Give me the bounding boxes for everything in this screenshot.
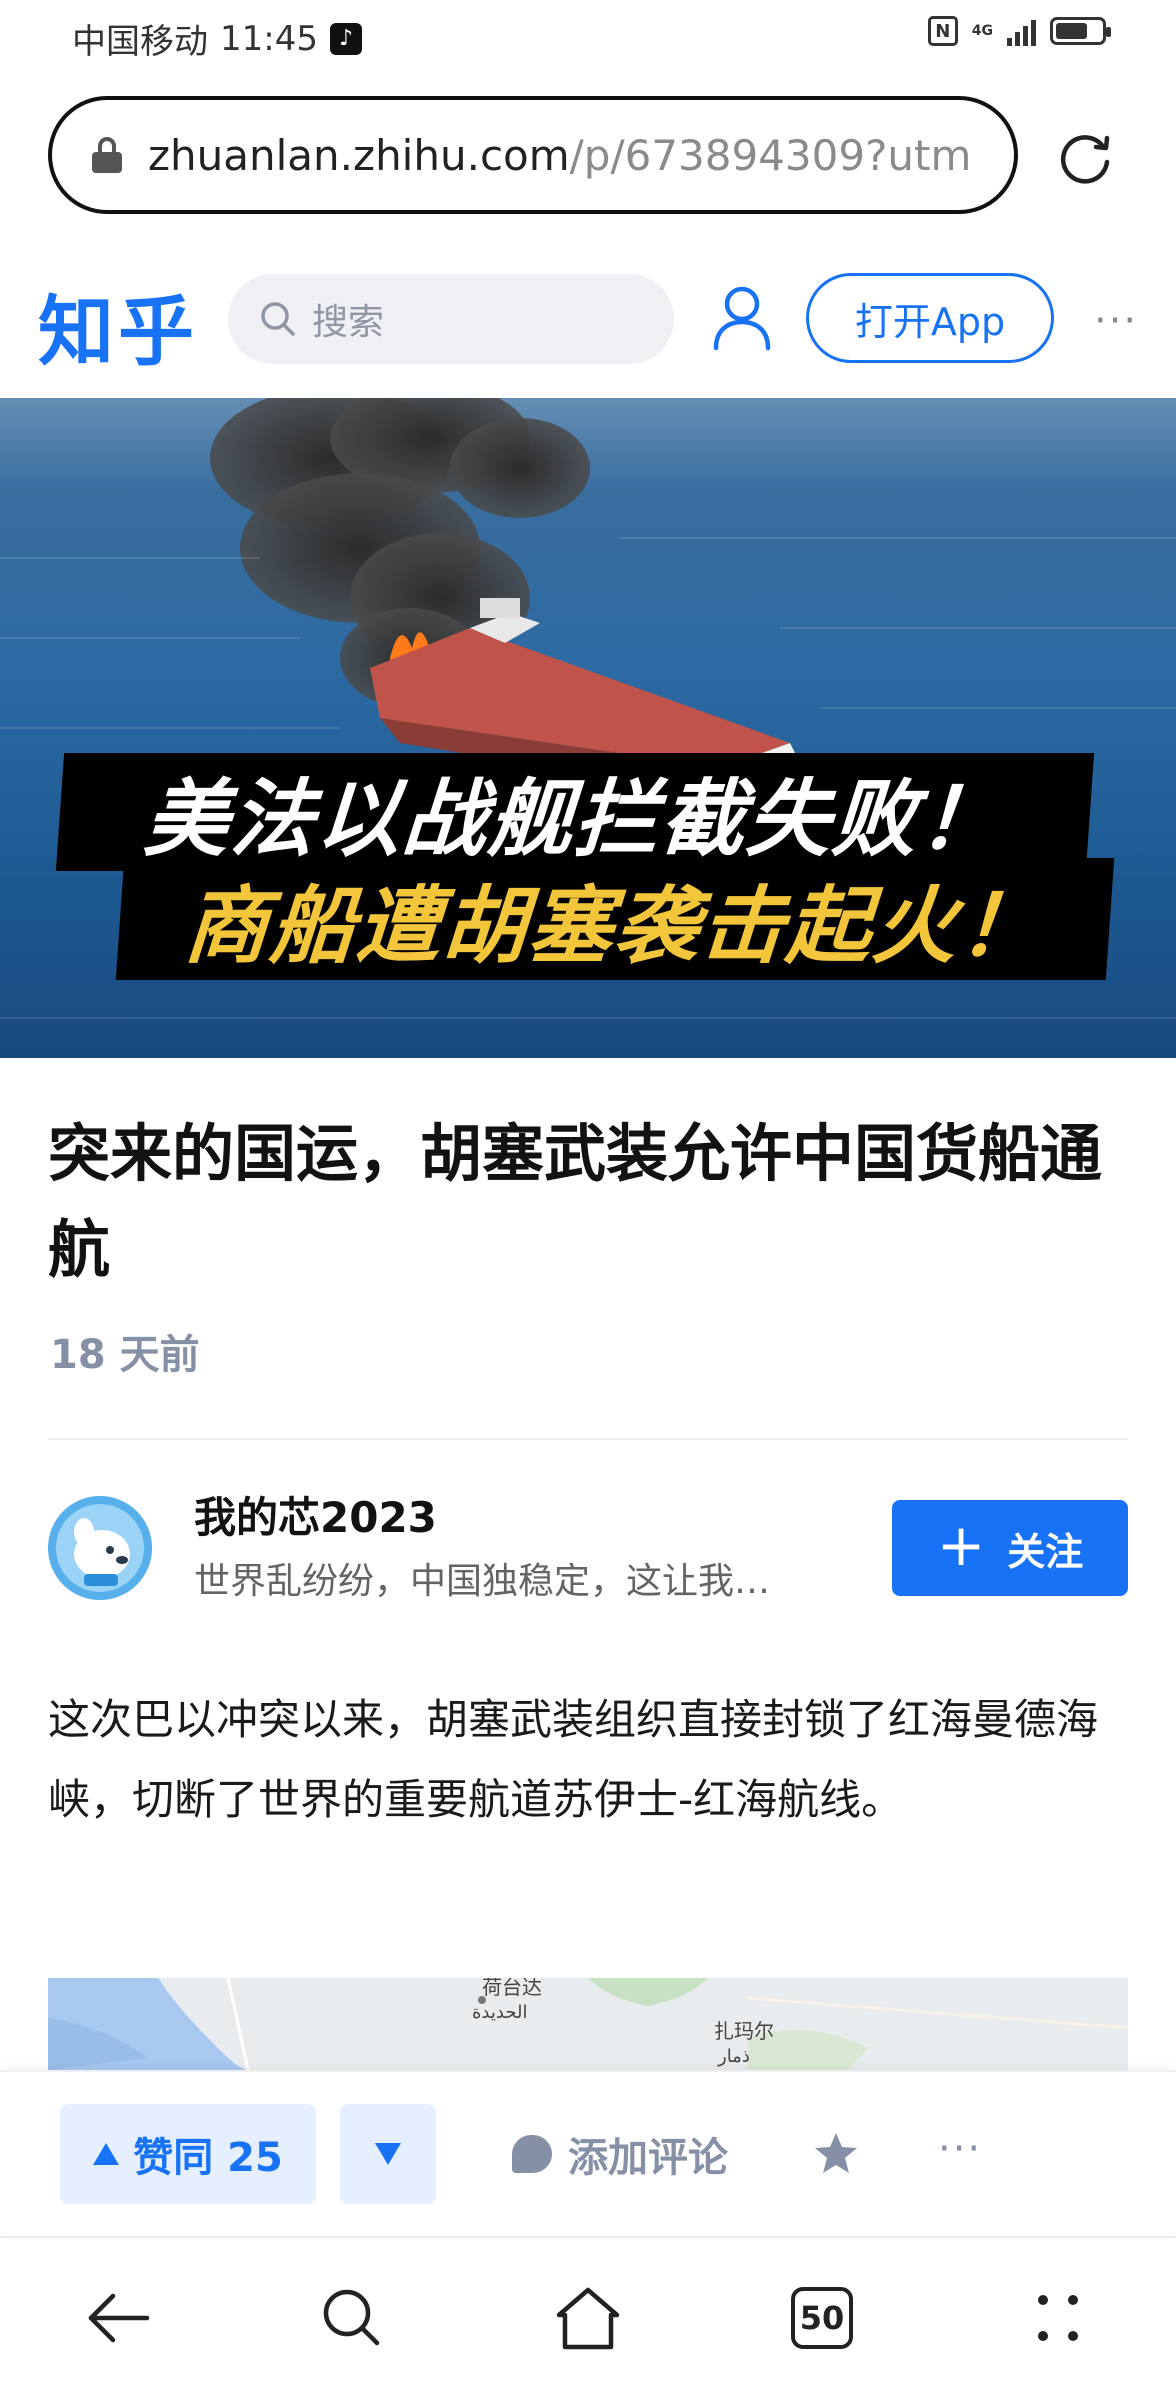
user-icon[interactable] <box>710 284 774 352</box>
article-title: 突来的国运，胡塞武装允许中国货船通航 <box>48 1117 1103 1286</box>
back-arrow-icon <box>88 2293 150 2343</box>
hero-image: 美法以战舰拦截失败！ 商船遭胡塞袭击起火！ <box>0 398 1176 1058</box>
article-body: 这次巴以冲突以来，胡塞武装组织直接封锁了红海曼德海峡，切断了世界的重要航道苏伊士… <box>48 1695 1099 1824</box>
browser-menu-button[interactable] <box>1018 2278 1098 2358</box>
search-icon <box>323 2289 380 2346</box>
search-input[interactable]: 搜索 <box>228 274 674 364</box>
url-host: zhuanlan.zhihu.com <box>148 130 570 180</box>
home-icon <box>556 2287 620 2350</box>
hero-headline-banner-1: 美法以战舰拦截失败！ <box>55 753 1095 871</box>
upvote-button[interactable]: 赞同 25 <box>60 2104 316 2204</box>
home-button[interactable] <box>548 2278 628 2358</box>
search-placeholder: 搜索 <box>312 302 385 343</box>
downvote-triangle-icon <box>375 2143 401 2165</box>
tiktok-notification-icon: ♪ <box>329 22 362 55</box>
site-header: 知乎 搜索 打开App ··· <box>0 256 1176 376</box>
follow-button[interactable]: + 关注 <box>892 1500 1128 1596</box>
address-bar[interactable]: zhuanlan.zhihu.com/p/673894309?utm <box>48 96 1018 214</box>
action-more-button[interactable]: ··· <box>938 2126 982 2172</box>
status-left: 中国移动 11:45 ♪ <box>72 14 362 63</box>
avatar-image <box>48 1496 152 1600</box>
article-action-bar: 赞同 25 添加评论 ··· <box>0 2070 1176 2234</box>
status-right: N 4G <box>927 16 1111 46</box>
search-icon <box>261 302 295 336</box>
downvote-button[interactable] <box>340 2104 436 2204</box>
url-path: /p/673894309?utm <box>569 130 972 180</box>
open-app-button[interactable]: 打开App <box>806 273 1054 363</box>
browser-bottom-nav: 50 <box>0 2236 1176 2400</box>
article-time: 18 天前 <box>50 1332 200 1378</box>
comment-bubble-icon <box>512 2135 552 2173</box>
plus-icon: + <box>936 1511 986 1579</box>
author-name[interactable]: 我的芯2023 <box>194 1484 437 1545</box>
back-button[interactable] <box>78 2278 158 2358</box>
clock: 11:45 <box>220 18 318 59</box>
upvote-triangle-icon <box>93 2143 120 2165</box>
network-type: 4G <box>971 23 993 39</box>
menu-dots-icon <box>1038 2295 1078 2341</box>
author-bio: 世界乱纷纷，中国独稳定，这让我… <box>194 1561 771 1602</box>
carrier-label: 中国移动 <box>72 22 208 62</box>
url-text[interactable]: zhuanlan.zhihu.com/p/673894309?utm <box>148 131 971 180</box>
comment-label: 添加评论 <box>568 2135 728 2181</box>
map-label-dhamar-zh: 扎玛尔 <box>714 2019 774 2043</box>
battery-level <box>1056 23 1087 39</box>
map-label-hodeidah-zh: 荷台达 <box>482 1978 542 1999</box>
zhihu-logo[interactable]: 知乎 <box>38 270 198 380</box>
divider <box>48 1438 1128 1440</box>
status-bar: 中国移动 11:45 ♪ N 4G <box>0 0 1176 72</box>
map-image-preview[interactable]: 荷台达 الحديدة 扎玛尔 ذمار <box>48 1978 1128 2070</box>
nfc-icon: N <box>927 16 958 46</box>
follow-label: 关注 <box>1007 1529 1084 1574</box>
hero-headline-line-2: 商船遭胡塞袭击起火！ <box>181 876 1048 975</box>
refresh-icon[interactable] <box>1054 128 1116 190</box>
header-more-button[interactable]: ··· <box>1094 298 1138 344</box>
tabs-button[interactable]: 50 <box>782 2278 862 2358</box>
map-label-hodeidah-ar: الحديدة <box>472 2002 527 2023</box>
hero-headline-banner-2: 商船遭胡塞袭击起火！ <box>115 858 1115 980</box>
hero-headline-line-1: 美法以战舰拦截失败！ <box>141 769 1008 868</box>
map-label-dhamar-ar: ذمار <box>717 2046 750 2067</box>
lock-icon[interactable] <box>92 137 122 173</box>
search-nav-button[interactable] <box>312 2278 392 2358</box>
add-comment-button[interactable]: 添加评论 <box>512 2104 728 2204</box>
tabs-count: 50 <box>791 2287 853 2349</box>
upvote-label: 赞同 25 <box>133 2135 283 2181</box>
favorite-star-icon[interactable] <box>812 2130 860 2178</box>
map-illustration: 荷台达 الحديدة 扎玛尔 ذمار <box>48 1978 1128 2070</box>
author-avatar[interactable] <box>48 1496 152 1600</box>
signal-icon <box>1007 16 1036 46</box>
battery-icon <box>1050 17 1111 45</box>
